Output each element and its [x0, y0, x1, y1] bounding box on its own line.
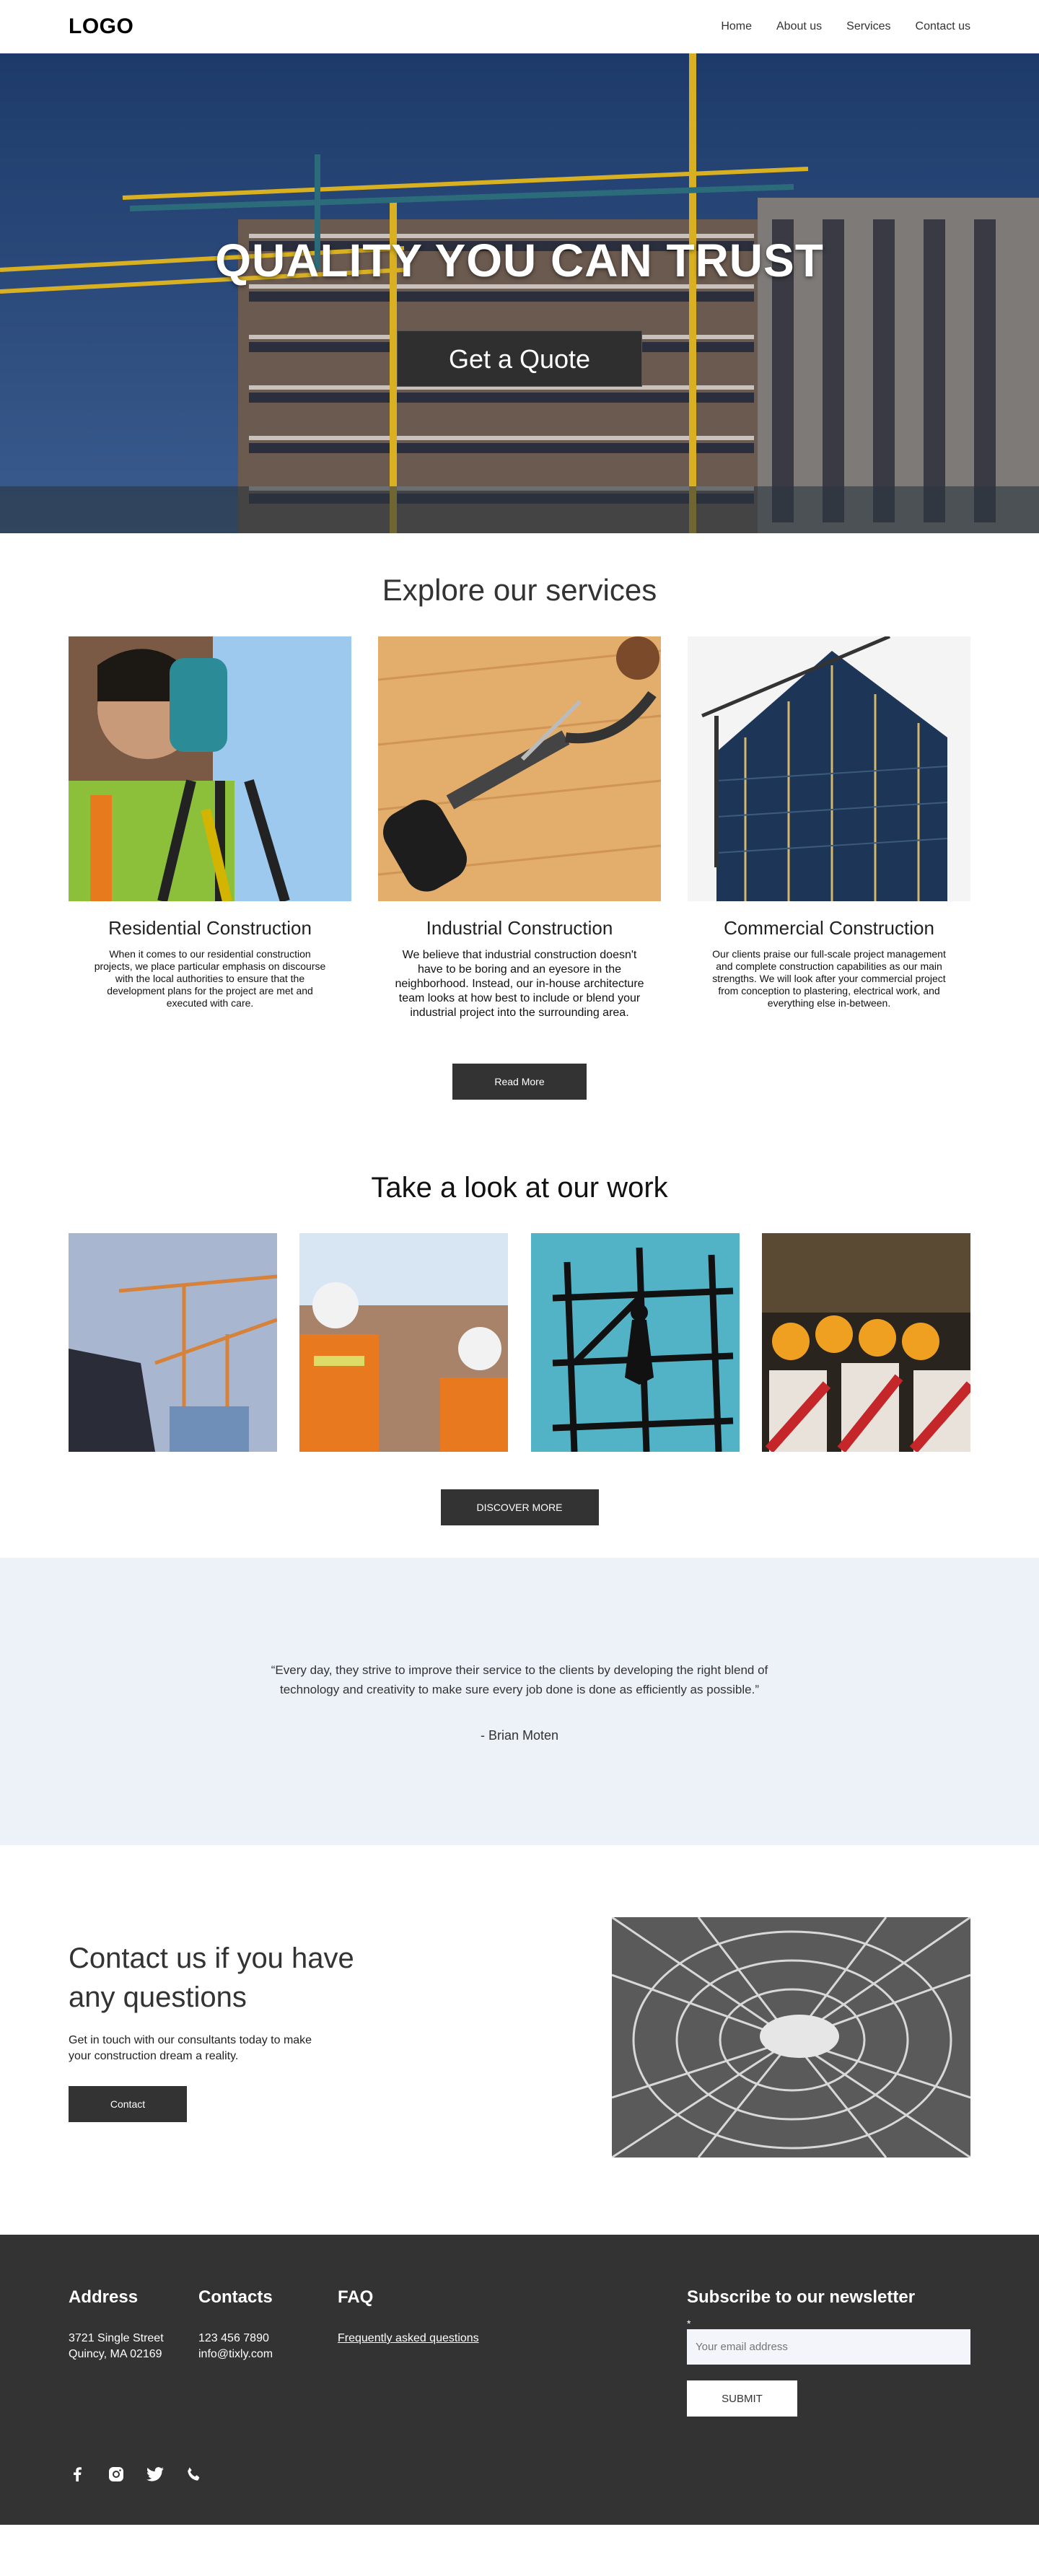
contact-button[interactable]: Contact [69, 2086, 187, 2122]
work-title: Take a look at our work [371, 1172, 668, 1204]
footer-email[interactable]: info@tixly.com [198, 2348, 273, 2360]
contact-section: Contact us if you have any questions Get… [0, 1845, 1039, 2235]
footer-faq-title: FAQ [338, 2287, 374, 2307]
footer-phone[interactable]: 123 456 7890 [198, 2332, 269, 2344]
address-line-2: Quincy, MA 02169 [69, 2348, 162, 2360]
footer-address-title: Address [69, 2287, 139, 2307]
service-text-commercial: Our clients praise our full-scale projec… [712, 948, 946, 1009]
service-title-industrial: Industrial Construction [426, 917, 613, 939]
nav-contact-us[interactable]: Contact us [916, 20, 970, 33]
service-title-commercial: Commercial Construction [724, 917, 934, 939]
required-marker: * [687, 2318, 691, 2329]
services-section: Explore our services Residential Constru… [0, 533, 1039, 1143]
main-nav: Home About us Services Contact us [721, 20, 970, 33]
contact-info: Contact us if you have any questions Get… [69, 1939, 408, 2122]
newsletter-title: Subscribe to our newsletter [687, 2287, 916, 2307]
facebook-icon[interactable] [69, 2466, 86, 2483]
skyscraper-crane-image [688, 636, 970, 901]
contact-title: Contact us if you have any questions [69, 1942, 354, 2013]
work-gallery [69, 1233, 970, 1452]
twitter-icon[interactable] [146, 2466, 164, 2483]
address-line-1: 3721 Single Street [69, 2332, 164, 2344]
surveyor-image [69, 636, 351, 901]
social-links [69, 2466, 203, 2483]
services-grid: Residential Construction When it comes t… [69, 636, 970, 1020]
newsletter-email-input[interactable] [687, 2329, 970, 2365]
testimonial-author: - Brian Moten [480, 1727, 559, 1743]
service-card-commercial: Commercial Construction Our clients prai… [688, 636, 970, 1020]
testimonial-quote: “Every day, they strive to improve their… [271, 1662, 768, 1696]
phone-icon[interactable] [185, 2466, 203, 2483]
service-text-industrial: We believe that industrial construction … [395, 949, 644, 1019]
work-image-engineers[interactable] [299, 1233, 509, 1452]
instagram-icon[interactable] [108, 2466, 125, 2483]
steel-structure-image [612, 1917, 970, 2157]
work-image-barriers[interactable] [761, 1233, 970, 1452]
work-image-scaffolding[interactable] [530, 1233, 740, 1452]
hero-content: QUALITY YOU CAN TRUST Get a Quote [0, 234, 1039, 387]
work-image-cranes[interactable] [69, 1233, 277, 1452]
nav-home[interactable]: Home [721, 20, 752, 33]
site-footer: Address 3721 Single Street Quincy, MA 02… [0, 2235, 1039, 2525]
site-header: LOGO Home About us Services Contact us [0, 0, 1039, 53]
work-section: Take a look at our work DISCOVER MORE [0, 1143, 1039, 1558]
footer-contacts-title: Contacts [198, 2287, 273, 2307]
hero-title: QUALITY YOU CAN TRUST [215, 235, 824, 286]
hand-drill-image [378, 636, 661, 901]
newsletter-form: Subscribe to our newsletter * SUBMIT [687, 2287, 970, 2417]
nav-about-us[interactable]: About us [776, 20, 822, 33]
newsletter-submit-button[interactable]: SUBMIT [687, 2380, 797, 2417]
service-text-residential: When it comes to our residential constru… [94, 948, 326, 1009]
service-card-residential: Residential Construction When it comes t… [69, 636, 351, 1020]
services-title: Explore our services [382, 573, 657, 607]
discover-more-button[interactable]: DISCOVER MORE [440, 1489, 599, 1525]
hero-section: QUALITY YOU CAN TRUST Get a Quote [0, 53, 1039, 533]
faq-link[interactable]: Frequently asked questions [338, 2332, 479, 2344]
testimonial-section: “Every day, they strive to improve their… [0, 1558, 1039, 1845]
nav-services[interactable]: Services [846, 20, 890, 33]
footer-contacts: Contacts 123 456 7890 info@tixly.com [198, 2287, 273, 2362]
footer-faq: FAQ Frequently asked questions [338, 2287, 479, 2347]
page-bottom-spacer [0, 2525, 1039, 2549]
logo[interactable]: LOGO [69, 14, 133, 39]
service-title-residential: Residential Construction [108, 917, 312, 939]
footer-address: Address 3721 Single Street Quincy, MA 02… [69, 2287, 164, 2362]
service-card-industrial: Industrial Construction We believe that … [378, 636, 661, 1020]
get-a-quote-button[interactable]: Get a Quote [397, 330, 642, 387]
read-more-button[interactable]: Read More [452, 1064, 587, 1100]
contact-text: Get in touch with our consultants today … [69, 2034, 312, 2062]
